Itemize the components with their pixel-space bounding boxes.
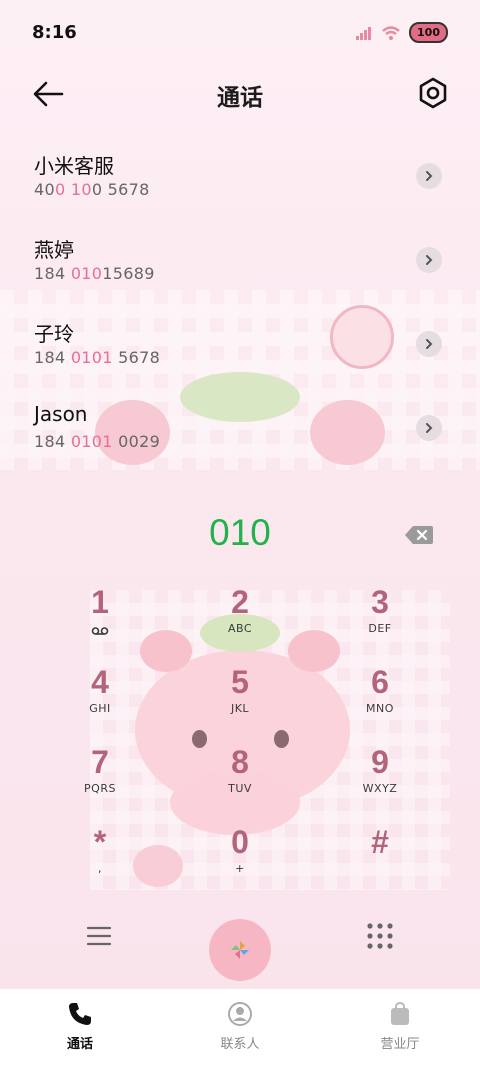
nav-item-contacts[interactable]: 联系人 — [160, 989, 320, 1067]
phone-icon — [69, 1003, 91, 1025]
pinwheel-icon — [231, 941, 249, 959]
contact-name: 燕婷 — [34, 238, 74, 262]
key-9[interactable]: 9 WXYZ — [310, 740, 450, 820]
nav-item-store[interactable]: 营业厅 — [320, 989, 480, 1067]
dial-keypad: 1 2 ABC 3 DEF 4 GHI 5 JKL 6 MNO 7 PQRS 8… — [30, 580, 450, 900]
status-time: 8:16 — [32, 22, 77, 43]
key-6[interactable]: 6 MNO — [310, 660, 450, 740]
key-star[interactable]: * , — [30, 820, 170, 900]
key-letters: JKL — [230, 702, 250, 715]
key-letters: WXYZ — [362, 782, 398, 795]
chevron-right-icon[interactable] — [416, 415, 442, 441]
phone-number: 184 01015689 — [34, 264, 155, 283]
key-digit: 9 — [371, 744, 389, 780]
key-5[interactable]: 5 JKL — [170, 660, 310, 740]
key-letters: PQRS — [84, 782, 116, 795]
nav-label: 营业厅 — [380, 1037, 420, 1052]
key-7[interactable]: 7 PQRS — [30, 740, 170, 820]
key-letters: + — [235, 862, 245, 875]
contact-name: 小米客服 — [34, 154, 114, 178]
key-digit: 4 — [91, 664, 109, 700]
dialpad-icon[interactable] — [366, 922, 394, 950]
phone-number: 184 0101 0029 — [34, 432, 161, 451]
chevron-right-icon[interactable] — [416, 163, 442, 189]
bottom-nav: 通话 联系人 营业厅 — [0, 989, 480, 1067]
phone-number: 184 0101 5678 — [34, 348, 161, 367]
key-0[interactable]: 0 + — [170, 820, 310, 900]
status-icons: 100 — [355, 22, 448, 43]
menu-icon[interactable] — [86, 924, 112, 948]
key-letters: DEF — [368, 622, 392, 635]
contact-icon — [228, 1002, 252, 1026]
key-digit: 5 — [231, 664, 249, 700]
battery-indicator: 100 — [409, 22, 448, 43]
phone-number: 400 100 5678 — [34, 180, 150, 199]
status-bar: 8:16 100 — [0, 0, 480, 66]
signal-icon — [356, 26, 372, 40]
key-3[interactable]: 3 DEF — [310, 580, 450, 660]
key-digit: 8 — [231, 744, 249, 780]
header: 通话 — [0, 70, 480, 118]
key-letters: TUV — [228, 782, 252, 795]
key-digit: * — [93, 824, 107, 860]
shopping-bag-icon — [391, 1001, 409, 1025]
call-item[interactable]: 小米客服 400 100 5678 — [0, 140, 480, 224]
key-letters: GHI — [89, 702, 111, 715]
key-digit: 3 — [371, 584, 389, 620]
key-digit: 1 — [91, 584, 109, 620]
key-letters: MNO — [366, 702, 394, 715]
nav-item-calls[interactable]: 通话 — [0, 989, 160, 1067]
settings-icon[interactable] — [416, 76, 450, 110]
key-hash[interactable]: # — [310, 820, 450, 900]
recent-calls-list: 小米客服 400 100 5678 燕婷 184 01015689 子玲 184… — [0, 140, 480, 476]
backspace-icon[interactable] — [404, 524, 434, 546]
key-digit: 7 — [91, 744, 109, 780]
key-1[interactable]: 1 — [30, 580, 170, 660]
key-digit: 6 — [371, 664, 389, 700]
chevron-right-icon[interactable] — [416, 247, 442, 273]
call-item[interactable]: Jason 184 0101 0029 — [0, 392, 480, 476]
key-digit: 0 — [231, 824, 249, 860]
key-letters: , — [98, 862, 102, 875]
key-digit: 2 — [231, 584, 249, 620]
key-4[interactable]: 4 GHI — [30, 660, 170, 740]
contact-name: 子玲 — [34, 322, 74, 346]
call-item[interactable]: 燕婷 184 01015689 — [0, 224, 480, 308]
call-item[interactable]: 子玲 184 0101 5678 — [0, 308, 480, 392]
nav-label: 联系人 — [220, 1037, 260, 1052]
call-button[interactable] — [209, 919, 271, 981]
page-title: 通话 — [217, 85, 263, 111]
wifi-icon — [382, 25, 400, 40]
key-2[interactable]: 2 ABC — [170, 580, 310, 660]
chevron-right-icon[interactable] — [416, 331, 442, 357]
voicemail-icon — [91, 627, 109, 635]
contact-name: Jason — [34, 402, 88, 426]
key-letters: ABC — [227, 622, 253, 635]
nav-label: 通话 — [66, 1037, 93, 1052]
key-digit: # — [371, 824, 389, 860]
key-8[interactable]: 8 TUV — [170, 740, 310, 820]
